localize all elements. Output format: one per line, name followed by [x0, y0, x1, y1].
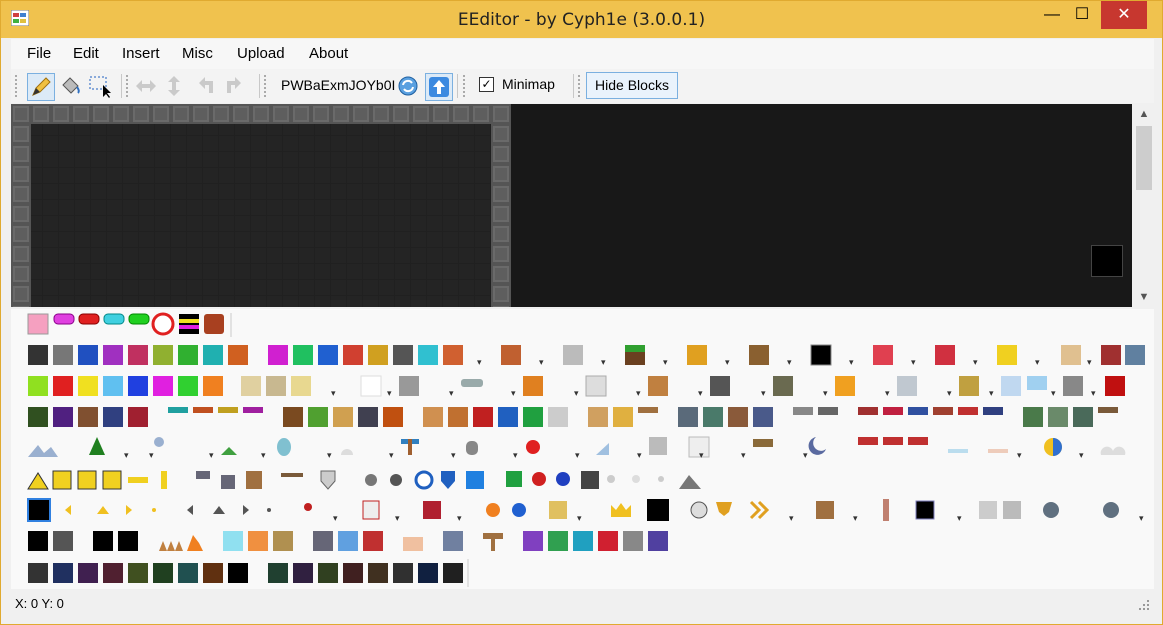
svg-text:▾: ▾ — [261, 451, 266, 461]
close-button[interactable]: ✕ — [1101, 1, 1147, 29]
refresh-icon[interactable] — [395, 73, 421, 99]
svg-text:▾: ▾ — [911, 358, 916, 368]
cursor-position: X: 0 Y: 0 — [15, 596, 64, 611]
svg-text:▾: ▾ — [1079, 451, 1084, 461]
flip-horizontal-icon[interactable] — [133, 73, 159, 99]
toolbar-grip[interactable] — [463, 75, 468, 97]
row-decor — [28, 407, 1118, 427]
pencil-icon[interactable] — [27, 73, 55, 101]
menu-edit[interactable]: Edit — [73, 45, 99, 62]
status-bar: X: 0 Y: 0 — [11, 591, 1154, 617]
row-special — [27, 470, 701, 490]
svg-text:▾: ▾ — [457, 514, 462, 524]
menu-file[interactable]: File — [27, 45, 51, 62]
vertical-scrollbar[interactable]: ▲ ▼ — [1134, 104, 1154, 307]
fill-bucket-icon[interactable] — [57, 73, 83, 99]
row-effects — [27, 498, 1119, 522]
svg-text:▾: ▾ — [575, 451, 580, 461]
world-map-area[interactable] — [11, 104, 511, 307]
svg-text:▾: ▾ — [725, 358, 730, 368]
svg-text:▾: ▾ — [1051, 389, 1056, 399]
svg-text:▾: ▾ — [327, 451, 332, 461]
svg-text:▾: ▾ — [149, 451, 154, 461]
scrollbar-thumb[interactable] — [1136, 126, 1152, 190]
svg-text:▾: ▾ — [663, 358, 668, 368]
menu-insert[interactable]: Insert — [122, 45, 160, 62]
svg-text:▾: ▾ — [789, 514, 794, 524]
svg-text:▾: ▾ — [333, 514, 338, 524]
resize-grip-icon[interactable] — [1138, 599, 1150, 611]
svg-text:▾: ▾ — [601, 358, 606, 368]
svg-text:▾: ▾ — [124, 451, 129, 461]
maximize-button[interactable]: ☐ — [1059, 1, 1105, 29]
row-portals — [28, 531, 668, 551]
svg-text:▾: ▾ — [989, 389, 994, 399]
scroll-down-icon[interactable]: ▼ — [1134, 291, 1154, 303]
flip-vertical-icon[interactable] — [161, 73, 187, 99]
upload-icon[interactable] — [425, 73, 453, 101]
svg-text:▾: ▾ — [849, 358, 854, 368]
svg-text:▾: ▾ — [957, 514, 962, 524]
hide-blocks-button[interactable]: Hide Blocks — [586, 72, 678, 99]
scroll-up-icon[interactable]: ▲ — [1134, 108, 1154, 120]
row-backgrounds — [28, 559, 469, 587]
toolbar-grip[interactable] — [264, 75, 269, 97]
svg-text:▾: ▾ — [513, 451, 518, 461]
svg-text:▾: ▾ — [331, 389, 336, 399]
menu-bar: File Edit Insert Misc Upload About — [11, 39, 1154, 69]
svg-text:▾: ▾ — [637, 451, 642, 461]
rotate-left-icon[interactable] — [193, 73, 219, 99]
svg-text:▾: ▾ — [741, 451, 746, 461]
toolbar: PWBaExmJOYb0I ✓ Minimap Hide Blocks — [11, 69, 1154, 103]
app-window: EEditor - by Cyph1e (3.0.0.1) — ☐ ✕ File… — [0, 0, 1163, 625]
world-canvas[interactable] — [11, 104, 1132, 307]
svg-text:▾: ▾ — [853, 514, 858, 524]
rotate-right-icon[interactable] — [221, 73, 247, 99]
block-palette: ▾ ▾ ▾ ▾ ▾ ▾ ▾ ▾ ▾ ▾ ▾ ▾ ▾ ▾ ▾ ▾ ▾ ▾ ▾ ▾ ▾ ▾ ▾ ▾ ▾ ▾ ▾ ▾ ▾ ▾ ▾ ▾… — [11, 309, 1154, 589]
svg-text:▾: ▾ — [885, 389, 890, 399]
svg-text:▾: ▾ — [698, 389, 703, 399]
minimap-label[interactable]: Minimap — [502, 76, 555, 92]
svg-text:▾: ▾ — [1139, 514, 1144, 524]
menu-upload[interactable]: Upload — [237, 45, 285, 62]
svg-text:▾: ▾ — [823, 389, 828, 399]
svg-text:▾: ▾ — [1087, 358, 1092, 368]
svg-text:▾: ▾ — [1091, 389, 1096, 399]
svg-text:▾: ▾ — [803, 451, 808, 461]
toolbar-grip[interactable] — [578, 75, 583, 97]
svg-text:▾: ▾ — [577, 514, 582, 524]
svg-text:▾: ▾ — [636, 389, 641, 399]
minimap — [1091, 245, 1123, 277]
svg-text:▾: ▾ — [761, 389, 766, 399]
menu-misc[interactable]: Misc — [182, 45, 213, 62]
title-bar: EEditor - by Cyph1e (3.0.0.1) — ☐ ✕ — [1, 1, 1162, 38]
svg-text:▾: ▾ — [389, 451, 394, 461]
svg-text:▾: ▾ — [449, 389, 454, 399]
svg-text:▾: ▾ — [947, 389, 952, 399]
svg-text:▾: ▾ — [787, 358, 792, 368]
world-id-label: PWBaExmJOYb0I — [281, 77, 396, 93]
svg-text:▾: ▾ — [395, 514, 400, 524]
menu-about[interactable]: About — [309, 45, 348, 62]
svg-text:▾: ▾ — [699, 451, 704, 461]
svg-text:▾: ▾ — [451, 451, 456, 461]
block-palette-grid[interactable]: ▾ ▾ ▾ ▾ ▾ ▾ ▾ ▾ ▾ ▾ ▾ ▾ ▾ ▾ ▾ ▾ ▾ ▾ ▾ ▾ ▾ ▾ ▾ ▾ ▾ ▾ ▾ ▾ ▾ ▾ ▾ ▾… — [11, 309, 1154, 589]
select-tool-icon[interactable] — [87, 73, 113, 99]
svg-text:▾: ▾ — [1017, 451, 1022, 461]
svg-text:▾: ▾ — [1035, 358, 1040, 368]
svg-text:▾: ▾ — [387, 389, 392, 399]
svg-text:▾: ▾ — [209, 451, 214, 461]
svg-text:▾: ▾ — [477, 358, 482, 368]
window-title: EEditor - by Cyph1e (3.0.0.1) — [457, 10, 706, 30]
svg-text:▾: ▾ — [539, 358, 544, 368]
svg-text:▾: ▾ — [511, 389, 516, 399]
minimap-checkbox[interactable]: ✓ — [479, 77, 494, 92]
toolbar-grip[interactable] — [126, 75, 131, 97]
svg-text:▾: ▾ — [574, 389, 579, 399]
svg-text:▾: ▾ — [973, 358, 978, 368]
toolbar-grip[interactable] — [15, 75, 20, 97]
